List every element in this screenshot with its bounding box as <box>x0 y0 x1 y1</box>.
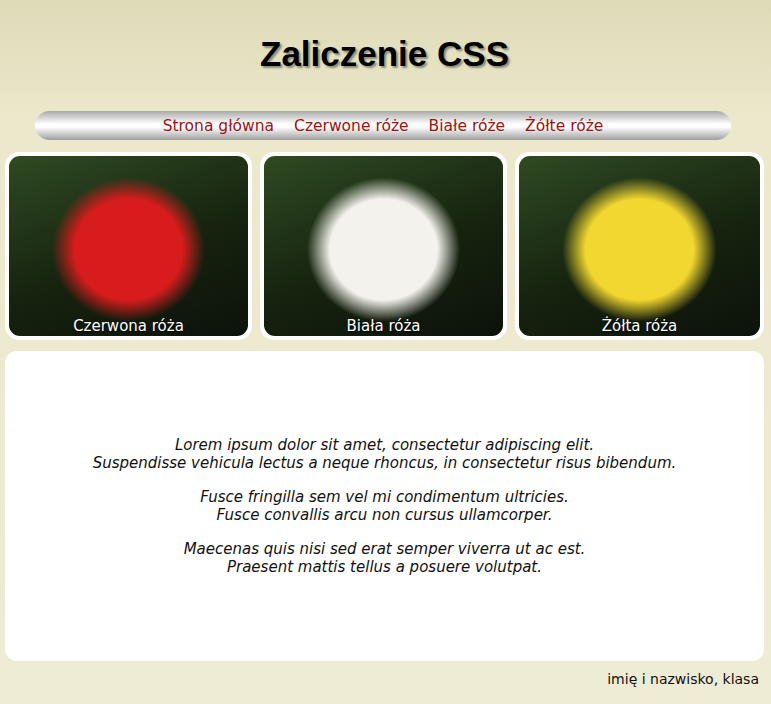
nav-link[interactable]: Białe róże <box>429 117 506 135</box>
content-paragraph: Lorem ipsum dolor sit amet, consectetur … <box>93 436 677 472</box>
nav-link[interactable]: Żółte róże <box>525 117 603 135</box>
nav-link[interactable]: Strona główna <box>163 117 274 135</box>
paragraph-line: Praesent mattis tellus a posuere volutpa… <box>184 558 586 576</box>
photo-caption: Żółta róża <box>602 317 678 336</box>
nav-link[interactable]: Czerwone róże <box>294 117 409 135</box>
content-paragraph: Fusce fringilla sem vel mi condimentum u… <box>200 488 569 524</box>
gallery: Czerwona róża Biała róża Żółta róża <box>5 152 764 340</box>
content-box: Lorem ipsum dolor sit amet, consectetur … <box>5 351 764 661</box>
nav-bar: Strona główna Czerwone róże Białe róże Żółt… <box>35 111 731 140</box>
footer: imię i nazwisko, klasa <box>5 661 764 697</box>
page-title: Zaliczenie CSS <box>260 34 509 74</box>
gallery-card[interactable]: Czerwona róża <box>5 152 252 340</box>
gallery-card[interactable]: Żółta róża <box>515 152 764 340</box>
header: Zaliczenie CSS <box>5 0 764 108</box>
paragraph-line: Maecenas quis nisi sed erat semper viver… <box>184 540 586 558</box>
photo-caption: Czerwona róża <box>73 317 184 336</box>
content-paragraph: Maecenas quis nisi sed erat semper viver… <box>184 540 586 576</box>
gallery-card[interactable]: Biała róża <box>260 152 507 340</box>
paragraph-line: Lorem ipsum dolor sit amet, consectetur … <box>93 436 677 454</box>
paragraph-line: Fusce convallis arcu non cursus ullamcor… <box>200 506 569 524</box>
photo-caption: Biała róża <box>347 317 421 336</box>
rose-photo: Czerwona róża <box>9 156 248 336</box>
rose-photo: Żółta róża <box>519 156 760 336</box>
paragraph-line: Suspendisse vehicula lectus a neque rhon… <box>93 454 677 472</box>
paragraph-line: Fusce fringilla sem vel mi condimentum u… <box>200 488 569 506</box>
rose-photo: Biała róża <box>264 156 503 336</box>
page: Zaliczenie CSS Strona główna Czerwone róże… <box>0 0 771 704</box>
